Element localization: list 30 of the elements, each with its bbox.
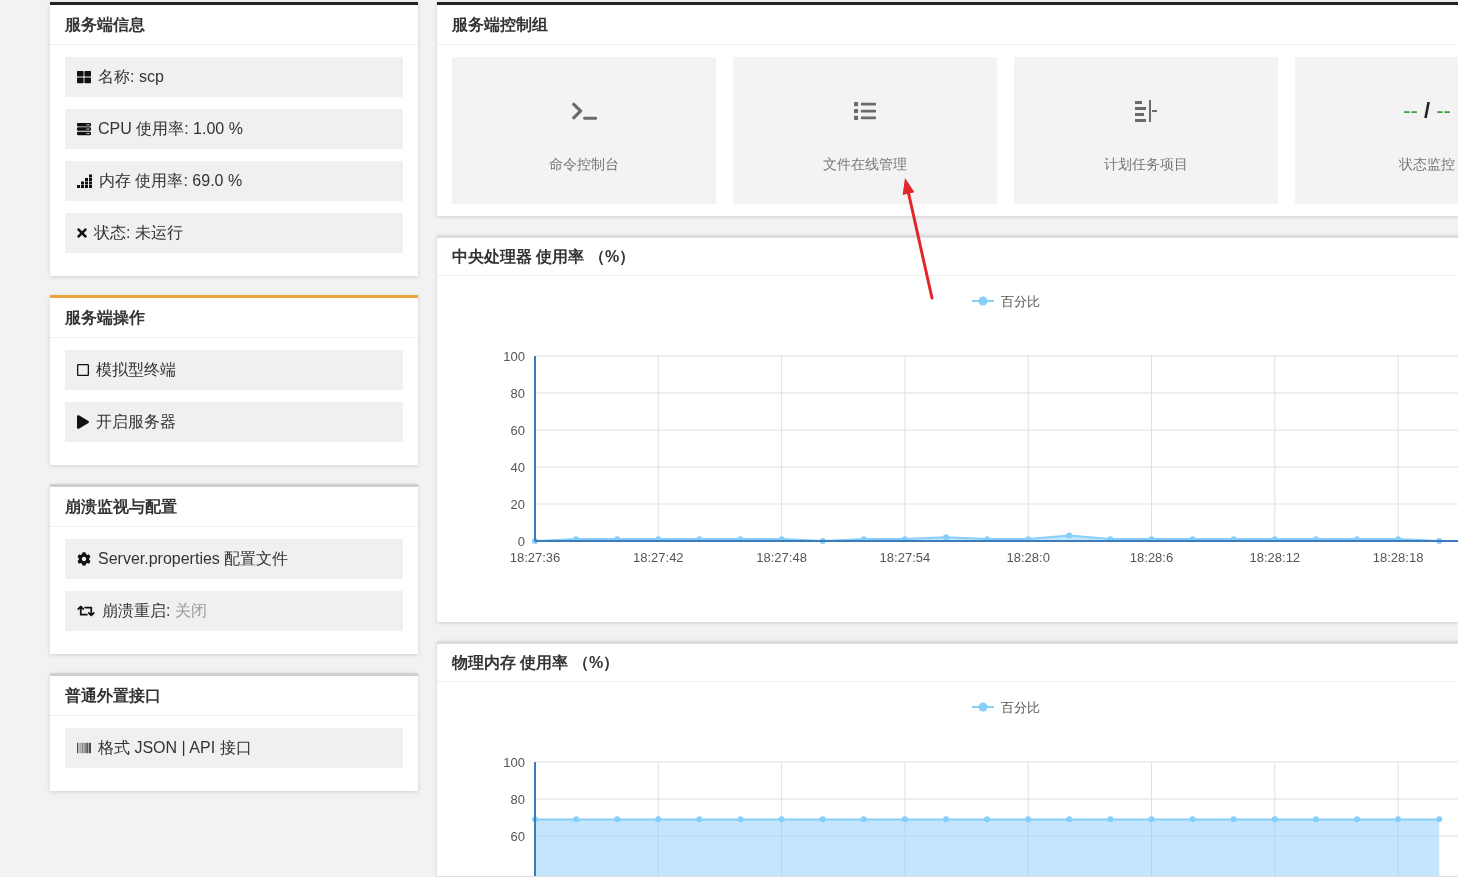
info-text: 内存 使用率: 69.0 %	[99, 171, 243, 191]
axis-tick-label: 18:28:12	[1249, 550, 1301, 565]
axis-tick-label: 80	[510, 791, 525, 807]
info-text: CPU 使用率: 1.00 %	[98, 119, 243, 139]
axis-tick-label: 60	[510, 422, 525, 438]
panel-title: 服务端操作	[65, 307, 145, 328]
axis-tick-label: 18:27:48	[756, 550, 807, 565]
legend-label: 百分比	[1001, 293, 1040, 309]
axis-tick-label: 18:28:6	[1129, 550, 1174, 565]
axis-tick-label: 80	[510, 385, 525, 401]
panel-title: 服务端控制组	[452, 14, 548, 35]
axis-tick-label: 18:27:54	[879, 550, 931, 565]
axis-tick-label: 18:27:36	[509, 550, 561, 565]
info-text: 名称: scp	[98, 67, 164, 87]
chart-title: 物理内存 使用率 （%）	[452, 652, 620, 673]
axis-tick-label: 60	[510, 828, 525, 844]
axis-tick-label: 100	[503, 754, 525, 770]
legend-label: 百分比	[1001, 699, 1040, 715]
panel-title: 崩溃监视与配置	[65, 496, 177, 517]
axis-tick-label: 18:27:42	[633, 550, 684, 565]
axis-tick-label: 0	[517, 533, 525, 549]
axis-tick-label: 20	[510, 496, 525, 512]
axis-tick-label: 18:28:0	[1006, 550, 1050, 565]
panel-title: 服务端信息	[65, 14, 145, 35]
info-text: 状态: 未运行	[94, 223, 183, 243]
chart-title: 中央处理器 使用率 （%）	[452, 246, 636, 267]
axis-tick-label: 100	[503, 348, 525, 364]
panel-title: 普通外置接口	[65, 685, 161, 706]
axis-tick-label: 18:28:18	[1372, 550, 1424, 565]
axis-tick-label: 40	[510, 459, 525, 475]
